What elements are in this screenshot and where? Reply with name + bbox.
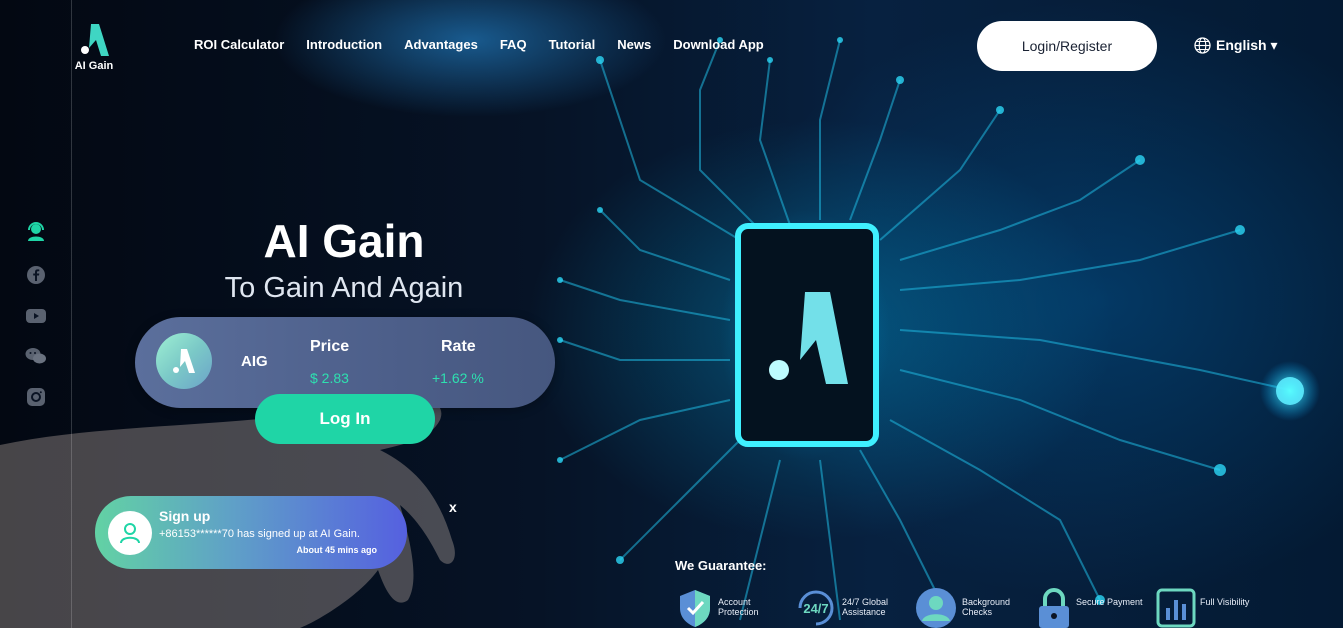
notification-message: +86153******70 has signed up at AI Gain. <box>159 528 360 540</box>
nav-download-app[interactable]: Download App <box>673 37 764 52</box>
login-register-button[interactable]: Login/Register <box>977 21 1157 71</box>
globe-icon <box>1194 37 1211 54</box>
guarantee-global-assistance: 24/7 24/7 Global Assistance <box>794 588 888 628</box>
guarantee-label-1a: Account <box>718 597 751 607</box>
guarantee-secure-payment: Secure Payment <box>1036 588 1143 628</box>
clock-24-7-icon: 24/7 <box>798 590 834 626</box>
token-symbol: AIG <box>241 353 268 370</box>
user-check-icon <box>916 588 956 628</box>
guarantee-label-2b: Assistance <box>842 607 886 617</box>
nav-news[interactable]: News <box>617 37 651 52</box>
guarantee-label-3b: Checks <box>962 607 993 617</box>
wechat-icon[interactable] <box>25 345 47 367</box>
user-avatar-icon <box>108 511 152 555</box>
guarantee-label-2a: 24/7 Global <box>842 597 889 607</box>
guarantee-title: We Guarantee: <box>675 558 767 573</box>
brand-name: AI Gain <box>74 60 114 72</box>
guarantee-full-visibility: Full Visibility <box>1156 588 1249 628</box>
log-in-button[interactable]: Log In <box>255 394 435 444</box>
guarantee-label-4a: Secure Payment <box>1076 597 1143 607</box>
support-agent-icon[interactable] <box>25 220 47 242</box>
bar-chart-icon <box>1156 588 1196 628</box>
guarantee-label-5a: Full Visibility <box>1200 597 1250 607</box>
shield-icon <box>680 590 710 627</box>
brand-logo[interactable]: AI Gain <box>72 22 116 72</box>
svg-text:24/7: 24/7 <box>803 601 828 616</box>
nav-advantages[interactable]: Advantages <box>404 37 478 52</box>
nav-tutorial[interactable]: Tutorial <box>549 37 596 52</box>
guarantee-label-1b: Protection <box>718 607 759 617</box>
nav-introduction[interactable]: Introduction <box>306 37 382 52</box>
notification-time: About 45 mins ago <box>296 545 377 555</box>
signup-notification: Sign up +86153******70 has signed up at … <box>95 496 407 569</box>
language-selector[interactable]: English ▾ <box>1194 37 1277 54</box>
guarantee-label-3a: Background <box>962 597 1011 607</box>
logo-icon <box>81 24 109 56</box>
aig-coin-icon <box>156 333 212 389</box>
lock-icon <box>1039 588 1069 628</box>
left-divider <box>71 0 72 628</box>
youtube-icon[interactable] <box>25 305 47 327</box>
main-nav: ROI Calculator Introduction Advantages F… <box>194 37 786 52</box>
close-notification-button[interactable]: x <box>449 499 457 515</box>
notification-title: Sign up <box>159 508 211 524</box>
facebook-icon[interactable] <box>25 264 47 286</box>
price-value: $ 2.83 <box>310 370 349 386</box>
rate-value: +1.62 % <box>432 370 484 386</box>
price-label: Price <box>310 338 350 355</box>
rate-label: Rate <box>441 338 476 355</box>
hero-title: AI Gain <box>263 215 425 267</box>
language-label: English ▾ <box>1216 37 1278 53</box>
nav-faq[interactable]: FAQ <box>500 37 527 52</box>
instagram-icon[interactable] <box>25 386 47 408</box>
guarantee-background-checks: Background Checks <box>914 588 1010 628</box>
nav-roi-calculator[interactable]: ROI Calculator <box>194 37 284 52</box>
guarantee-account-protection: Account Protection <box>676 588 759 628</box>
hero-subtitle: To Gain And Again <box>224 272 464 304</box>
